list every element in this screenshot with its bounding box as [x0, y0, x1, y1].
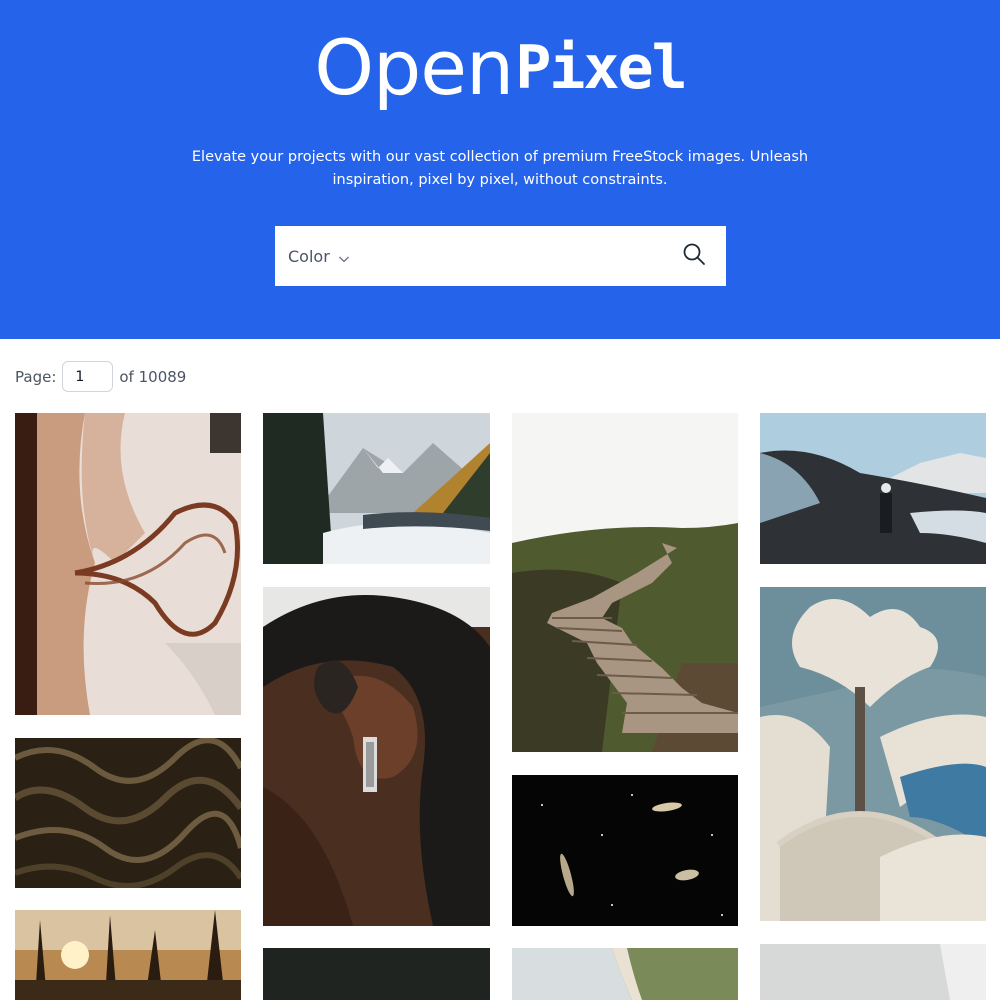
gallery-image-coastline[interactable]	[512, 948, 738, 1000]
logo[interactable]: Open Pixel	[0, 18, 1000, 118]
tagline-line-2: inspiration, pixel by pixel, without con…	[332, 172, 668, 188]
page-number-input[interactable]	[62, 361, 114, 392]
search-button[interactable]	[674, 236, 714, 276]
gallery-image-sunset-trees[interactable]	[15, 910, 241, 1000]
pagination: Page: of 10089	[15, 361, 186, 392]
gallery-image-ear-earring[interactable]	[263, 587, 490, 926]
gallery-image-japanese-snow-print[interactable]	[760, 587, 986, 921]
tagline: Elevate your projects with our vast coll…	[150, 146, 850, 192]
gallery-image-hillside-stairs[interactable]	[512, 413, 738, 752]
gallery-image-glacier-hiker[interactable]	[760, 413, 986, 564]
gallery-image-night-galaxies[interactable]	[512, 775, 738, 926]
hero-banner: Open Pixel Elevate your projects with ou…	[0, 0, 1000, 339]
search-bar: Color	[275, 226, 726, 286]
color-filter-dropdown[interactable]: Color	[288, 247, 350, 266]
color-filter-label: Color	[288, 246, 330, 266]
logo-text-open: Open	[314, 23, 514, 112]
gallery-image-dark-panel[interactable]	[263, 948, 490, 1000]
gallery-image-light-interior[interactable]	[760, 944, 986, 1000]
tagline-line-1: Elevate your projects with our vast coll…	[191, 149, 809, 165]
chevron-down-icon	[338, 250, 350, 263]
gallery-image-snowy-mountain-lake[interactable]	[263, 413, 490, 564]
search-icon	[682, 242, 706, 270]
page-total: of 10089	[119, 367, 187, 386]
logo-text-pixel: Pixel	[515, 33, 688, 103]
page-label: Page:	[15, 367, 57, 386]
search-input-area[interactable]	[350, 226, 674, 286]
gallery-image-dark-fabric[interactable]	[15, 738, 241, 888]
gallery-image-aerial-shoreline[interactable]	[15, 413, 241, 715]
